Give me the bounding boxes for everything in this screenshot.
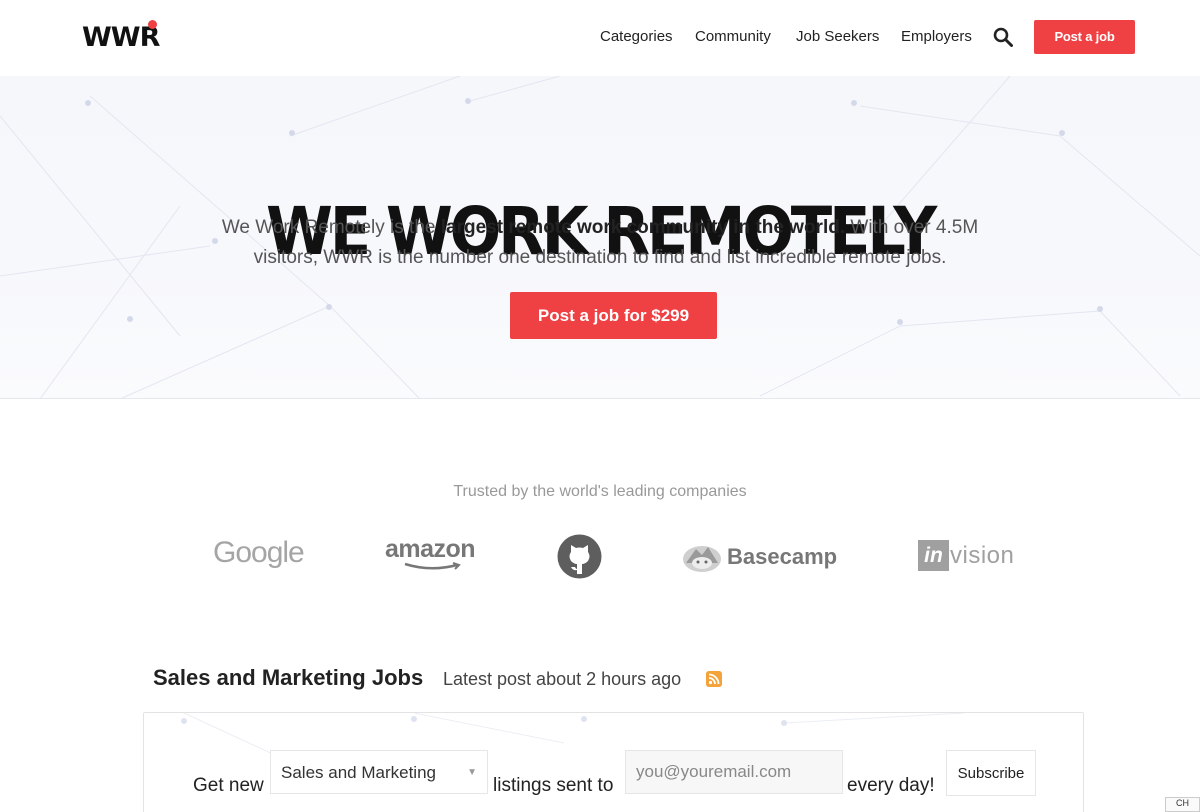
nav-employers[interactable]: Employers — [901, 28, 972, 45]
category-select-value: Sales and Marketing — [281, 763, 436, 782]
amazon-smile-icon — [404, 562, 461, 570]
header-post-job-button[interactable]: Post a job — [1034, 20, 1135, 54]
trusted-heading: Trusted by the world's leading companies — [453, 483, 747, 500]
hero-section: WE WORK REMOTELY We Work Remotely is the… — [0, 76, 1200, 399]
signup-suffix-text: every day! — [847, 775, 935, 796]
signup-prefix-text: Get new — [193, 775, 264, 796]
chevron-down-icon: ▼ — [467, 767, 477, 778]
top-navigation-bar: WWR Categories Community Job Seekers Emp… — [0, 0, 1200, 76]
subscribe-button[interactable]: Subscribe — [946, 750, 1036, 796]
invision-logo-mark: in — [918, 540, 949, 571]
search-icon[interactable] — [993, 27, 1013, 47]
category-select[interactable]: Sales and Marketing ▼ — [270, 750, 488, 794]
email-signup-box: Get new Sales and Marketing ▼ listings s… — [143, 712, 1084, 812]
hero-post-job-button[interactable]: Post a job for $299 — [510, 292, 717, 339]
basecamp-logo: Basecamp — [727, 544, 838, 569]
logo-dot — [148, 20, 157, 29]
rss-icon[interactable] — [706, 671, 722, 687]
invision-logo: vision — [950, 542, 1015, 569]
nav-job-seekers[interactable]: Job Seekers — [796, 28, 879, 45]
nav-categories[interactable]: Categories — [600, 28, 673, 45]
section-latest-post: Latest post about 2 hours ago — [443, 669, 682, 689]
github-logo-icon — [557, 534, 602, 579]
corner-tag: CH — [1165, 797, 1200, 812]
amazon-logo: amazon — [385, 535, 476, 563]
signup-middle-text: listings sent to — [493, 775, 614, 796]
nav-community[interactable]: Community — [695, 28, 771, 45]
basecamp-logo-icon — [683, 546, 721, 572]
email-input[interactable] — [625, 750, 843, 794]
google-logo: Google — [213, 536, 305, 569]
section-title: Sales and Marketing Jobs — [153, 665, 424, 690]
hero-description: We Work Remotely is the largest remote w… — [221, 217, 979, 268]
